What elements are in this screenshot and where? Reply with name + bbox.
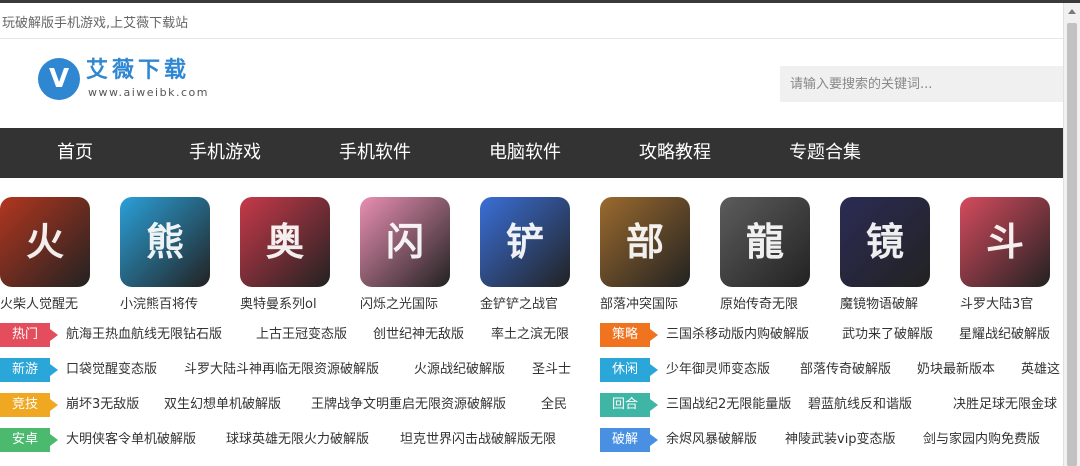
app-tile[interactable]: 熊小浣熊百将传: [120, 197, 230, 312]
category-link[interactable]: 神陵武装vip变态版: [785, 428, 896, 452]
category-link[interactable]: 三国杀移动版内购破解版: [666, 323, 809, 347]
app-label[interactable]: 部落冲突国际: [600, 293, 706, 312]
app-tile[interactable]: 铲金铲铲之战官: [480, 197, 590, 312]
app-icon-glyph: 火: [25, 220, 64, 264]
main-nav: 首页 手机游戏 手机软件 电脑软件 攻略教程 专题合集: [0, 128, 1063, 178]
app-label[interactable]: 斗罗大陆3官: [960, 293, 1063, 312]
category-link[interactable]: 奶块最新版本: [917, 358, 995, 382]
app-icon[interactable]: 部: [600, 197, 690, 287]
scrollbar[interactable]: [1063, 3, 1080, 466]
nav-item-collections[interactable]: 专题合集: [775, 128, 875, 178]
app-tile[interactable]: 龍原始传奇无限: [720, 197, 830, 312]
app-icon[interactable]: 奥: [240, 197, 330, 287]
app-label[interactable]: 魔镜物语破解: [840, 293, 946, 312]
featured-apps: 火火柴人觉醒无熊小浣熊百将传奥奥特曼系列ol 闪闪烁之光国际铲金铲铲之战官部部落冲…: [0, 197, 1063, 312]
app-label[interactable]: 金铲铲之战官: [480, 293, 586, 312]
nav-item-mobile-games[interactable]: 手机游戏: [175, 128, 275, 178]
app-label[interactable]: 闪烁之光国际: [360, 293, 466, 312]
app-tile[interactable]: 火火柴人觉醒无: [0, 197, 110, 312]
app-icon[interactable]: 龍: [720, 197, 810, 287]
app-icon[interactable]: 熊: [120, 197, 210, 287]
app-label[interactable]: 奥特曼系列ol: [240, 293, 346, 312]
category-link[interactable]: 决胜足球无限金球: [953, 393, 1057, 417]
app-tile[interactable]: 斗斗罗大陆3官: [960, 197, 1063, 312]
category-link[interactable]: 武功来了破解版: [842, 323, 933, 347]
category-row-right: 回合 三国战纪2无限能量版 碧蓝航线反和谐版 决胜足球无限金球: [0, 393, 1063, 417]
app-icon[interactable]: 闪: [360, 197, 450, 287]
nav-item-home[interactable]: 首页: [35, 128, 115, 178]
category-tag[interactable]: 回合: [600, 393, 658, 417]
scroll-up-icon[interactable]: [1068, 9, 1076, 14]
app-tile[interactable]: 闪闪烁之光国际: [360, 197, 470, 312]
category-link[interactable]: 三国战纪2无限能量版: [666, 393, 791, 417]
category-link[interactable]: 英雄这: [1021, 358, 1060, 382]
app-icon-glyph: 部: [625, 220, 664, 264]
nav-item-pc-software[interactable]: 电脑软件: [475, 128, 575, 178]
app-icon-glyph: 奥: [265, 220, 304, 264]
category-tag[interactable]: 策略: [600, 323, 658, 347]
site-tagline: 玩破解版手机游戏,上艾薇下载站: [2, 16, 189, 31]
logo-url: www.aiweibk.com: [88, 86, 209, 99]
category-link[interactable]: 碧蓝航线反和谐版: [808, 393, 912, 417]
app-tile[interactable]: 镜魔镜物语破解: [840, 197, 950, 312]
app-icon-glyph: 闪: [385, 220, 424, 264]
app-label[interactable]: 小浣熊百将传: [120, 293, 226, 312]
category-link[interactable]: 少年御灵师变态版: [666, 358, 770, 382]
app-icon-glyph: 斗: [985, 220, 1024, 264]
category-tag[interactable]: 休闲: [600, 358, 658, 382]
site-logo[interactable]: V 艾薇下载 www.aiweibk.com: [38, 58, 208, 102]
scrollbar-thumb[interactable]: [1067, 23, 1077, 466]
logo-name: 艾薇下载: [86, 58, 191, 83]
category-link[interactable]: 部落传奇破解版: [800, 358, 891, 382]
category-link[interactable]: 星耀战纪破解版: [959, 323, 1050, 347]
app-icon[interactable]: 铲: [480, 197, 570, 287]
app-label[interactable]: 原始传奇无限: [720, 293, 826, 312]
app-icon-glyph: 镜: [865, 220, 904, 264]
app-icon[interactable]: 火: [0, 197, 90, 287]
category-link[interactable]: 余烬风暴破解版: [666, 428, 757, 452]
app-tile[interactable]: 部部落冲突国际: [600, 197, 710, 312]
app-icon-glyph: 铲: [505, 220, 544, 264]
category-row-right: 休闲 少年御灵师变态版 部落传奇破解版 奶块最新版本 英雄这: [0, 358, 1063, 382]
top-bar: 玩破解版手机游戏,上艾薇下载站: [0, 3, 1063, 39]
app-label[interactable]: 火柴人觉醒无: [0, 293, 106, 312]
category-link[interactable]: 剑与家园内购免费版: [923, 428, 1040, 452]
app-icon[interactable]: 镜: [840, 197, 930, 287]
app-icon-glyph: 龍: [745, 220, 784, 264]
logo-icon: V: [38, 58, 80, 100]
nav-item-mobile-software[interactable]: 手机软件: [325, 128, 425, 178]
category-row-right: 策略 三国杀移动版内购破解版 武功来了破解版 星耀战纪破解版: [0, 323, 1063, 347]
category-tag[interactable]: 破解: [600, 428, 658, 452]
app-tile[interactable]: 奥奥特曼系列ol: [240, 197, 350, 312]
app-icon-glyph: 熊: [145, 220, 184, 264]
category-row-right: 破解 余烬风暴破解版 神陵武装vip变态版 剑与家园内购免费版: [0, 428, 1063, 452]
search-input[interactable]: [780, 66, 1063, 102]
nav-item-guides[interactable]: 攻略教程: [625, 128, 725, 178]
app-icon[interactable]: 斗: [960, 197, 1050, 287]
